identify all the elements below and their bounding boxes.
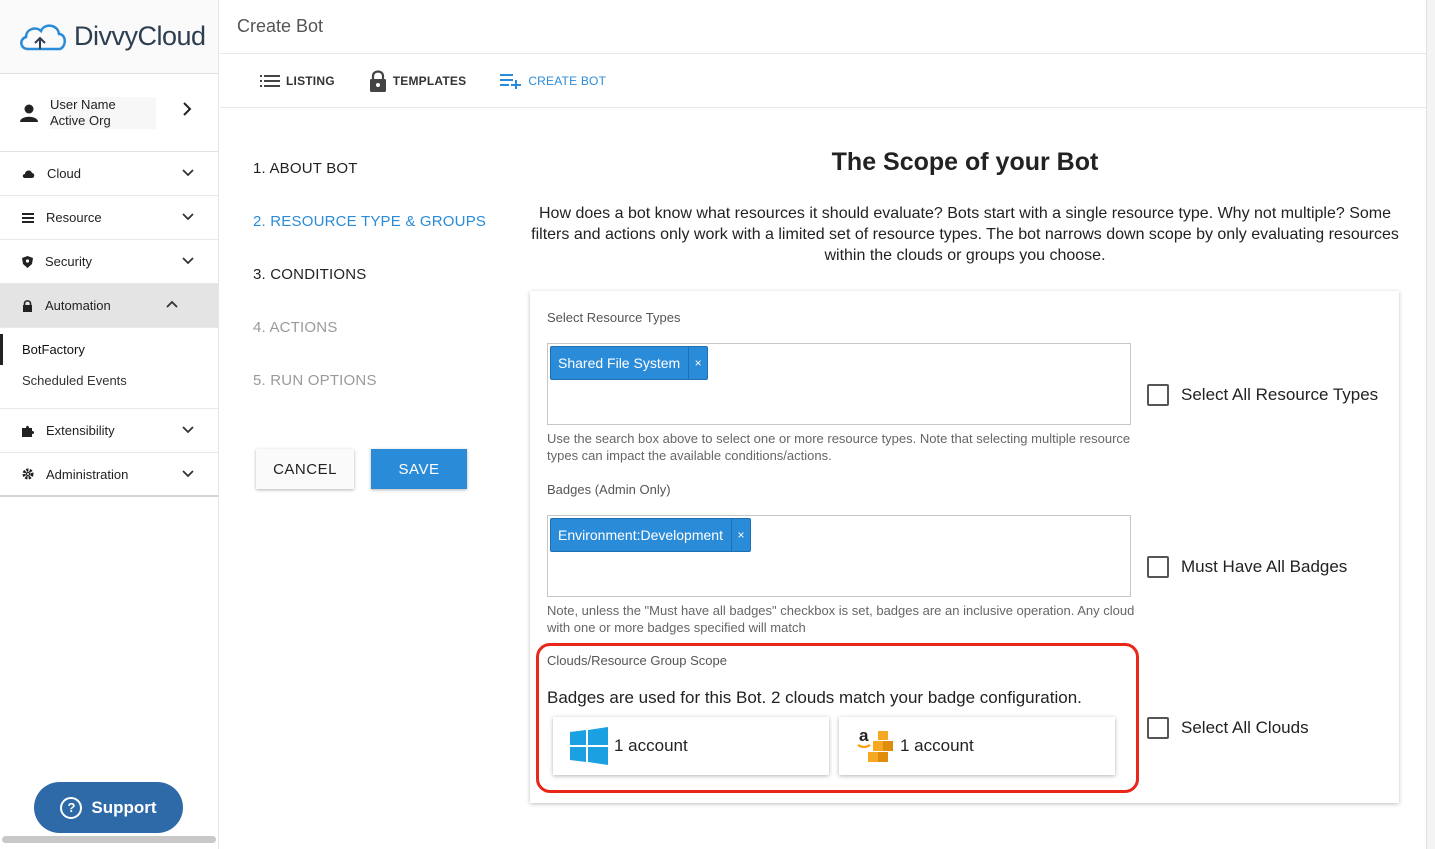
support-button[interactable]: ? Support	[34, 782, 183, 833]
clouds-scope-highlight	[536, 643, 1139, 793]
user-org: Active Org	[50, 112, 111, 128]
chevron-down-icon	[182, 257, 194, 265]
chevron-up-icon	[166, 300, 178, 308]
cloud-icon	[22, 169, 35, 178]
sidebar-item-administration[interactable]: Administration	[0, 453, 218, 497]
tab-label: LISTING	[286, 73, 335, 88]
tab-label: CREATE BOT	[528, 73, 607, 88]
puzzle-icon	[22, 425, 34, 437]
badges-help: Note, unless the "Must have all badges" …	[547, 603, 1135, 635]
shield-icon	[22, 255, 33, 268]
tab-create-bot[interactable]: CREATE BOT	[500, 73, 606, 89]
chevron-down-icon	[182, 169, 194, 177]
tab-label: TEMPLATES	[392, 73, 467, 88]
must-have-all-badges-checkbox[interactable]	[1147, 556, 1169, 578]
user-menu[interactable]: User Name Active Org	[0, 74, 218, 152]
checkbox-label: Must Have All Badges	[1181, 557, 1348, 576]
badge-chip: Environment:Development ×	[550, 518, 751, 552]
list-icon	[22, 212, 34, 223]
add-list-icon	[500, 73, 522, 89]
select-all-resource-types[interactable]: Select All Resource Types	[1147, 384, 1378, 406]
sidebar: DivvyCloud User Name Active Org Cloud Re…	[0, 0, 219, 849]
page-title: Create Bot	[220, 0, 1426, 54]
list-icon	[260, 74, 280, 88]
resource-types-input[interactable]: Shared File System ×	[547, 343, 1131, 425]
sidebar-scrollbar[interactable]	[2, 836, 216, 843]
cloud-logo-icon	[20, 24, 66, 50]
sidebar-subitem-scheduled-events[interactable]: Scheduled Events	[0, 365, 218, 396]
gear-icon	[22, 468, 34, 480]
badges-label: Badges (Admin Only)	[547, 482, 671, 497]
checkbox-label: Select All Clouds	[1181, 718, 1309, 737]
sidebar-item-security[interactable]: Security	[0, 240, 218, 284]
lock-icon	[23, 299, 32, 312]
sidebar-item-automation[interactable]: Automation	[0, 284, 218, 328]
chip-label: Environment:Development	[558, 527, 723, 543]
sidebar-item-label: Automation	[45, 298, 111, 313]
step-conditions[interactable]: 3. CONDITIONS	[253, 266, 486, 319]
must-have-all-badges[interactable]: Must Have All Badges	[1147, 556, 1347, 578]
resource-types-help: Use the search box above to select one o…	[547, 431, 1131, 463]
tab-listing[interactable]: LISTING	[260, 74, 335, 88]
badges-input[interactable]: Environment:Development ×	[547, 515, 1131, 597]
scope-title: The Scope of your Bot	[831, 148, 1099, 176]
help-icon: ?	[60, 796, 83, 819]
main-content: Create Bot LISTING TEMPLATES CREATE BOT …	[220, 0, 1426, 849]
sidebar-item-label: Extensibility	[46, 423, 115, 438]
sidebar-subitem-botfactory[interactable]: BotFactory	[0, 334, 218, 365]
brand-logo[interactable]: DivvyCloud	[0, 0, 218, 74]
chip-remove-icon[interactable]: ×	[730, 519, 750, 551]
save-button[interactable]: SAVE	[371, 449, 467, 489]
step-actions[interactable]: 4. ACTIONS	[253, 319, 486, 372]
brand-name: DivvyCloud	[74, 21, 206, 51]
sidebar-item-cloud[interactable]: Cloud	[0, 152, 218, 196]
user-info: User Name Active Org	[50, 96, 156, 129]
automation-submenu: BotFactory Scheduled Events	[0, 328, 218, 409]
step-about-bot[interactable]: 1. ABOUT BOT	[253, 160, 486, 213]
chip-remove-icon[interactable]: ×	[688, 347, 707, 379]
checkbox-label: Select All Resource Types	[1181, 385, 1379, 404]
page-scrollbar[interactable]	[1426, 0, 1435, 849]
lock-icon	[369, 69, 387, 92]
chevron-right-icon	[183, 102, 192, 116]
sidebar-item-label: Cloud	[47, 166, 81, 181]
step-run-options[interactable]: 5. RUN OPTIONS	[253, 372, 486, 425]
sidebar-item-resource[interactable]: Resource	[0, 196, 218, 240]
resource-type-chip: Shared File System ×	[550, 346, 709, 380]
user-name: User Name	[50, 96, 116, 112]
scope-description: How does a bot know what resources it sh…	[531, 205, 1399, 264]
tab-templates[interactable]: TEMPLATES	[369, 69, 467, 92]
support-label: Support	[91, 797, 157, 817]
wizard-steps: 1. ABOUT BOT 2. RESOURCE TYPE & GROUPS 3…	[253, 160, 486, 425]
chip-label: Shared File System	[558, 355, 681, 371]
chevron-down-icon	[182, 426, 194, 434]
sidebar-item-label: Resource	[46, 210, 102, 225]
tab-bar: LISTING TEMPLATES CREATE BOT	[220, 54, 1426, 108]
cancel-button[interactable]: CANCEL	[256, 449, 354, 489]
chevron-down-icon	[182, 470, 194, 478]
select-all-clouds[interactable]: Select All Clouds	[1147, 717, 1309, 739]
select-all-resource-types-checkbox[interactable]	[1147, 384, 1169, 406]
sidebar-item-label: Security	[45, 254, 92, 269]
select-all-clouds-checkbox[interactable]	[1147, 717, 1169, 739]
person-icon	[20, 104, 38, 122]
chevron-down-icon	[182, 213, 194, 221]
sidebar-item-label: Administration	[46, 466, 129, 482]
sidebar-item-extensibility[interactable]: Extensibility	[0, 409, 218, 453]
resource-types-label: Select Resource Types	[547, 310, 681, 325]
step-resource-type-groups[interactable]: 2. RESOURCE TYPE & GROUPS	[253, 213, 486, 266]
